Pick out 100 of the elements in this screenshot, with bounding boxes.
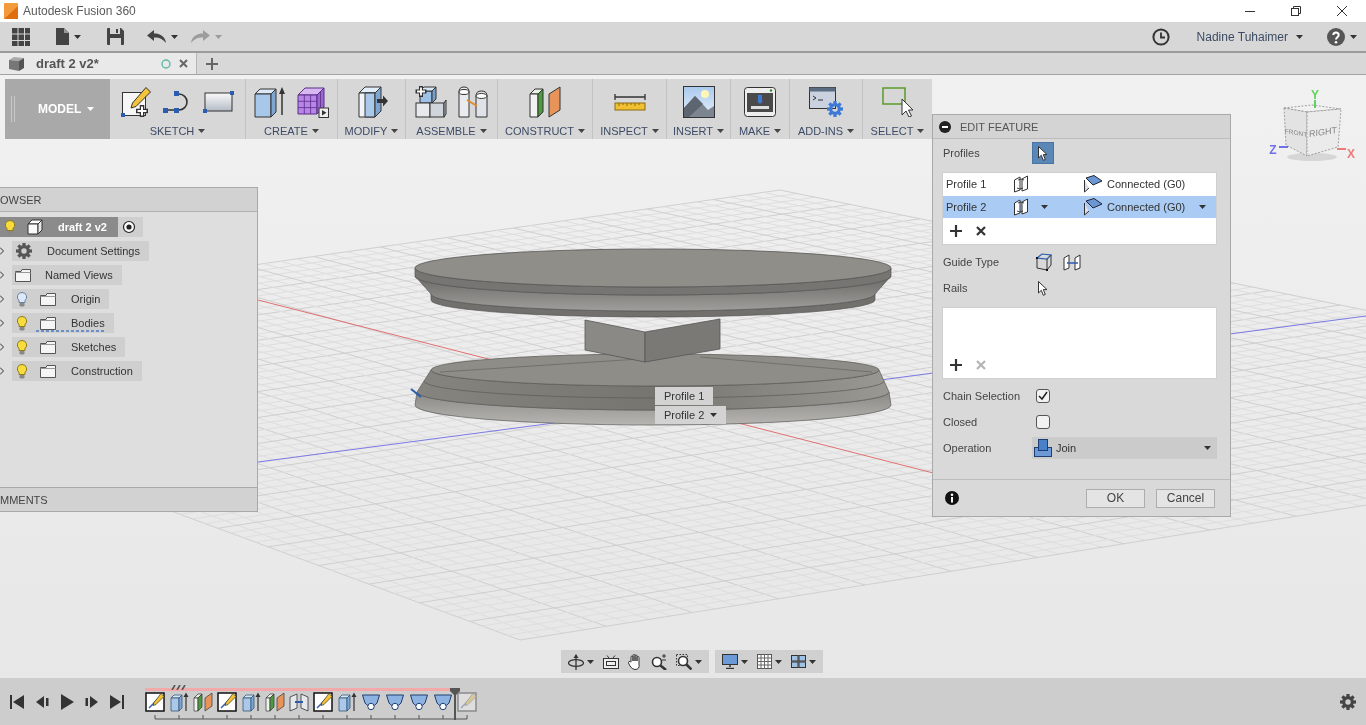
tree-item[interactable]: Construction <box>12 361 142 381</box>
clock-icon[interactable] <box>1151 27 1170 46</box>
chevron-icon[interactable] <box>0 295 4 303</box>
continuity-label[interactable]: Connected (G0) <box>1107 178 1186 190</box>
tree-item[interactable]: Bodies <box>12 313 114 333</box>
pan-hand-icon[interactable] <box>628 653 642 670</box>
box-arrow-icon[interactable] <box>254 86 286 118</box>
caret-icon[interactable] <box>775 659 782 664</box>
tool-group-menu[interactable]: INSPECT <box>600 125 659 137</box>
skip-end-icon[interactable] <box>110 693 124 710</box>
box-push-icon[interactable] <box>355 86 388 118</box>
planes-icon[interactable] <box>193 692 213 712</box>
printer-icon[interactable] <box>744 87 776 117</box>
selection-box-icon[interactable] <box>881 87 914 117</box>
shield-icon[interactable] <box>433 692 453 712</box>
fit-zoom-icon[interactable] <box>676 653 692 670</box>
caret-icon[interactable] <box>1199 205 1206 209</box>
caret-icon[interactable] <box>74 34 81 39</box>
grid-icon[interactable] <box>757 654 772 669</box>
caret-icon[interactable] <box>741 659 748 664</box>
wire-cube-icon[interactable] <box>1035 253 1053 271</box>
help-icon[interactable] <box>1327 27 1345 46</box>
flag-icon[interactable] <box>1083 198 1103 216</box>
shield-icon[interactable] <box>409 692 429 712</box>
chevron-icon[interactable] <box>0 367 4 375</box>
lightbulb-icon[interactable] <box>17 315 27 331</box>
caret-icon[interactable] <box>1350 34 1357 39</box>
select-button[interactable] <box>1032 142 1054 164</box>
radio-icon[interactable] <box>118 217 143 237</box>
shield-icon[interactable] <box>385 692 405 712</box>
tool-group-menu[interactable]: MODIFY <box>344 125 399 137</box>
save-icon[interactable] <box>107 28 124 45</box>
user-menu[interactable]: Nadine Tuhaimer <box>1196 29 1303 44</box>
plus-icon[interactable] <box>950 359 962 371</box>
close-icon[interactable] <box>1337 6 1347 16</box>
minimize-icon[interactable] <box>1245 10 1255 12</box>
undo-icon[interactable] <box>147 30 166 43</box>
profile-callout[interactable]: Profile 2 <box>655 406 727 424</box>
cancel-button[interactable]: Cancel <box>1156 488 1215 508</box>
minus-circle-icon[interactable] <box>939 120 951 133</box>
panels-line-icon[interactable] <box>1063 253 1081 271</box>
profile-callout[interactable]: Profile 1 <box>655 387 714 405</box>
chevron-icon[interactable] <box>0 319 4 327</box>
planes-icon[interactable] <box>265 692 285 712</box>
tool-group-menu[interactable]: MAKE <box>738 125 782 137</box>
cross-icon[interactable] <box>976 226 986 236</box>
play-icon[interactable] <box>60 693 74 710</box>
flag-icon[interactable] <box>1083 175 1103 193</box>
tree-item[interactable]: Origin <box>12 289 110 309</box>
profile-row[interactable]: Profile 2 Connected (G0) <box>943 196 1216 218</box>
tool-group-menu[interactable]: CONSTRUCT <box>504 125 586 137</box>
planes-icon[interactable] <box>529 86 561 118</box>
checkbox[interactable] <box>1036 415 1050 429</box>
rectangle-icon[interactable] <box>203 91 234 113</box>
panels-line-icon[interactable] <box>289 692 309 712</box>
tree-item[interactable]: Document Settings <box>12 241 149 261</box>
tool-group-menu[interactable]: INSERT <box>672 125 725 137</box>
script-gear-icon[interactable] <box>809 87 843 117</box>
caret-icon[interactable] <box>171 34 178 39</box>
cube-plus-icon[interactable] <box>415 86 447 118</box>
pencil-sheet-icon[interactable] <box>121 87 151 117</box>
box-arrow-icon[interactable] <box>169 692 189 712</box>
operation-dropdown[interactable]: Join <box>1032 437 1217 459</box>
pencil-sheet-icon[interactable] <box>313 692 333 712</box>
timeline-marker-icon[interactable] <box>450 688 460 720</box>
lightbulb-icon[interactable] <box>17 363 27 379</box>
tool-group-menu[interactable]: ASSEMBLE <box>416 125 487 137</box>
ruler-icon[interactable] <box>613 93 646 111</box>
apps-grid-icon[interactable] <box>12 27 30 46</box>
box-arrow-icon[interactable] <box>337 692 357 712</box>
restore-icon[interactable] <box>1291 6 1301 16</box>
tool-group-menu[interactable]: ADD-INS <box>797 125 855 137</box>
caret-icon[interactable] <box>1041 205 1048 209</box>
shield-icon[interactable] <box>361 692 381 712</box>
continuity-label[interactable]: Connected (G0) <box>1107 201 1186 213</box>
caret-icon[interactable] <box>809 659 816 664</box>
box-arrow-icon[interactable] <box>241 692 261 712</box>
chevron-icon[interactable] <box>0 343 4 351</box>
panel-pair-icon[interactable] <box>1013 175 1029 193</box>
profile-list[interactable]: Profile 1 Connected (G0) Profile 2 Connected (G0) <box>942 172 1217 245</box>
grip-icon[interactable] <box>11 96 15 122</box>
zoom-icon[interactable] <box>651 653 667 670</box>
panel-pair-icon[interactable] <box>1013 198 1029 216</box>
step-forward-icon[interactable] <box>85 693 99 710</box>
lightbulb-icon[interactable] <box>17 291 27 307</box>
settings-icon[interactable] <box>1340 693 1356 710</box>
tool-group-menu[interactable]: SKETCH <box>149 125 206 137</box>
profile-row[interactable]: Profile 1 Connected (G0) <box>943 173 1216 195</box>
checkbox[interactable] <box>1036 389 1050 403</box>
pencil-sheet-icon[interactable] <box>217 692 237 712</box>
plus-icon[interactable] <box>950 225 962 237</box>
monitor-icon[interactable] <box>722 654 738 669</box>
pin-joint-icon[interactable] <box>458 86 488 118</box>
lattice-cube-icon[interactable] <box>297 86 329 118</box>
chevron-icon[interactable] <box>0 271 4 279</box>
pencil-sheet-icon[interactable] <box>145 692 165 712</box>
tool-group-menu[interactable]: SELECT <box>870 125 925 137</box>
screen-icon[interactable] <box>603 654 619 669</box>
info-icon[interactable] <box>945 491 959 505</box>
step-back-icon[interactable] <box>35 693 49 710</box>
